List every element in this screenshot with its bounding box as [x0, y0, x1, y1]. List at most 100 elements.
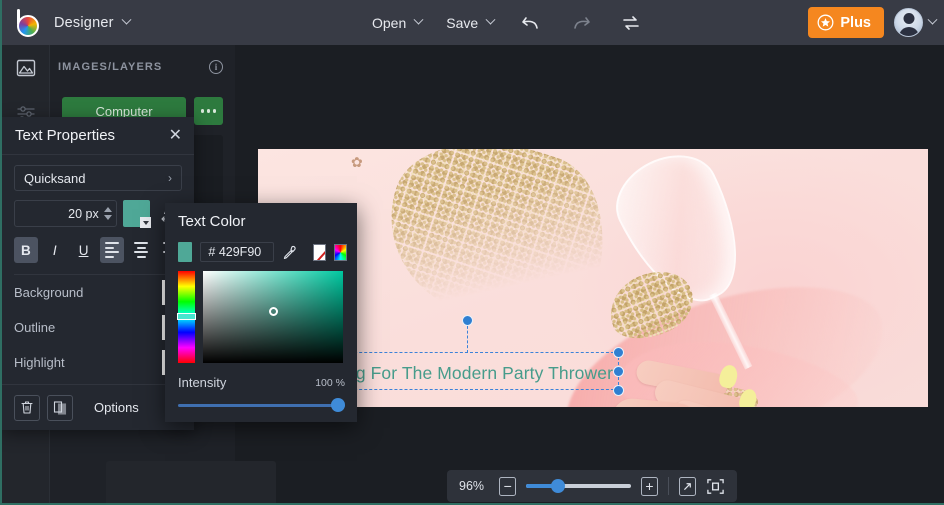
- align-center-button[interactable]: [129, 237, 153, 263]
- layer-thumbnail[interactable]: [106, 461, 276, 503]
- plus-upgrade-button[interactable]: Plus: [808, 7, 884, 38]
- text-color-value-row: # 429F90: [165, 230, 357, 262]
- text-color-title: Text Color: [178, 213, 246, 230]
- bold-label: B: [21, 242, 31, 258]
- highlight-row[interactable]: Highlight: [14, 345, 182, 380]
- font-size-input[interactable]: 20 px: [14, 200, 117, 227]
- intensity-value: 100 %: [315, 376, 345, 389]
- text-properties-header: Text Properties ✕: [2, 117, 194, 155]
- stepper-down-icon: [103, 215, 112, 220]
- hand-image: [610, 345, 820, 407]
- panel-title: IMAGES/LAYERS: [58, 61, 163, 73]
- toolbar-divider: [668, 477, 669, 495]
- align-left-button[interactable]: [100, 237, 125, 263]
- align-center-icon: [134, 242, 149, 258]
- hue-slider-knob[interactable]: [177, 313, 196, 320]
- stepper-up-icon: [103, 207, 112, 212]
- star-badge-icon: [817, 14, 834, 31]
- highlight-label: Highlight: [14, 355, 65, 370]
- images-layers-header: IMAGES/LAYERS i: [50, 45, 235, 89]
- fit-to-screen-button[interactable]: [706, 477, 725, 496]
- redo-button[interactable]: [568, 10, 594, 36]
- no-color-icon[interactable]: [313, 243, 327, 261]
- duplicate-layer-button[interactable]: [47, 394, 73, 421]
- close-icon[interactable]: ✕: [169, 127, 182, 144]
- delete-layer-button[interactable]: [14, 394, 40, 421]
- intensity-slider-track: [178, 403, 345, 407]
- saturation-value-box[interactable]: [203, 271, 343, 363]
- resize-handle-top-right[interactable]: [613, 347, 624, 358]
- info-circle-icon[interactable]: i: [209, 60, 223, 74]
- bold-button[interactable]: B: [14, 237, 38, 263]
- more-dots-icon: [201, 109, 205, 113]
- intensity-slider-knob[interactable]: [331, 398, 345, 412]
- color-wheel-logo-icon: [12, 8, 40, 37]
- sidebar-item-images[interactable]: [2, 45, 50, 91]
- save-menu-button[interactable]: Save: [446, 14, 496, 31]
- user-avatar-icon: [894, 8, 923, 37]
- plus-label: Plus: [840, 14, 871, 31]
- rotate-handle[interactable]: [462, 315, 473, 326]
- duplicate-icon: [53, 401, 67, 415]
- fit-to-screen-icon: [707, 478, 724, 494]
- chevron-down-icon: [413, 14, 424, 25]
- color-picker: [165, 262, 357, 363]
- chevron-right-icon: ›: [168, 171, 172, 185]
- redo-arrow-icon: [574, 16, 590, 29]
- intensity-slider[interactable]: [178, 398, 345, 412]
- saturation-value-knob[interactable]: [269, 307, 278, 316]
- color-wheel-icon[interactable]: [334, 243, 347, 261]
- intensity-label: Intensity: [178, 375, 227, 390]
- expand-arrow-icon: [684, 482, 691, 490]
- italic-label: I: [52, 242, 57, 258]
- outline-row[interactable]: Outline: [14, 310, 182, 345]
- resize-handle-bottom-right[interactable]: [613, 385, 624, 396]
- app-name-menu[interactable]: Designer: [50, 14, 132, 31]
- zoom-slider[interactable]: [526, 479, 631, 493]
- zoom-level-label: 96%: [459, 479, 485, 493]
- font-size-stepper[interactable]: [103, 207, 112, 220]
- picture-mountain-icon: [16, 59, 36, 77]
- options-button[interactable]: Options: [80, 395, 153, 421]
- more-dots-icon: [212, 109, 216, 113]
- artboard[interactable]: ✿ ng For The Modern Party Thrower: [258, 149, 928, 407]
- hex-input[interactable]: # 429F90: [200, 242, 275, 262]
- swap-button[interactable]: [618, 10, 644, 36]
- italic-button[interactable]: I: [43, 237, 67, 263]
- chevron-down-icon: [927, 14, 938, 25]
- background-label: Background: [14, 285, 84, 300]
- font-size-row: 20 px A: [14, 200, 182, 228]
- app-name-label: Designer: [54, 14, 114, 31]
- background-row[interactable]: Background: [14, 275, 182, 310]
- font-family-value: Quicksand: [24, 170, 86, 186]
- designer-app-window: Designer Open Save Plus IMAGES/LAYERS i …: [0, 0, 944, 505]
- top-toolbar: Designer Open Save Plus: [2, 0, 944, 45]
- zoom-slider-knob[interactable]: [551, 479, 566, 493]
- expand-view-button[interactable]: [678, 476, 696, 496]
- chevron-down-icon: [121, 14, 132, 25]
- app-logo[interactable]: [2, 0, 50, 45]
- more-dots-icon: [206, 109, 211, 113]
- more-sources-button[interactable]: [194, 97, 223, 125]
- account-menu[interactable]: [894, 8, 938, 37]
- zoom-out-button[interactable]: −: [499, 476, 517, 496]
- intensity-control: Intensity 100 %: [165, 363, 357, 412]
- eyedropper-button[interactable]: [282, 245, 297, 260]
- text-color-swatch-button[interactable]: [122, 200, 152, 228]
- panel-title: Text Properties: [15, 127, 116, 144]
- hue-slider[interactable]: [177, 271, 196, 363]
- text-color-popup: Text Color # 429F90 Intensity 100 %: [165, 203, 357, 422]
- zoom-in-button[interactable]: +: [640, 476, 659, 496]
- open-menu-button[interactable]: Open: [372, 14, 424, 31]
- swap-arrows-icon: [623, 15, 639, 30]
- underline-label: U: [78, 242, 89, 258]
- save-label: Save: [446, 14, 479, 31]
- current-color-swatch: [178, 242, 193, 262]
- resize-handle-middle-right[interactable]: [613, 366, 624, 377]
- underline-button[interactable]: U: [72, 237, 96, 263]
- undo-button[interactable]: [518, 10, 544, 36]
- font-family-select[interactable]: Quicksand ›: [14, 165, 182, 191]
- open-label: Open: [372, 14, 407, 31]
- undo-arrow-icon: [522, 16, 538, 29]
- zoom-toolbar: 96% − +: [447, 470, 737, 502]
